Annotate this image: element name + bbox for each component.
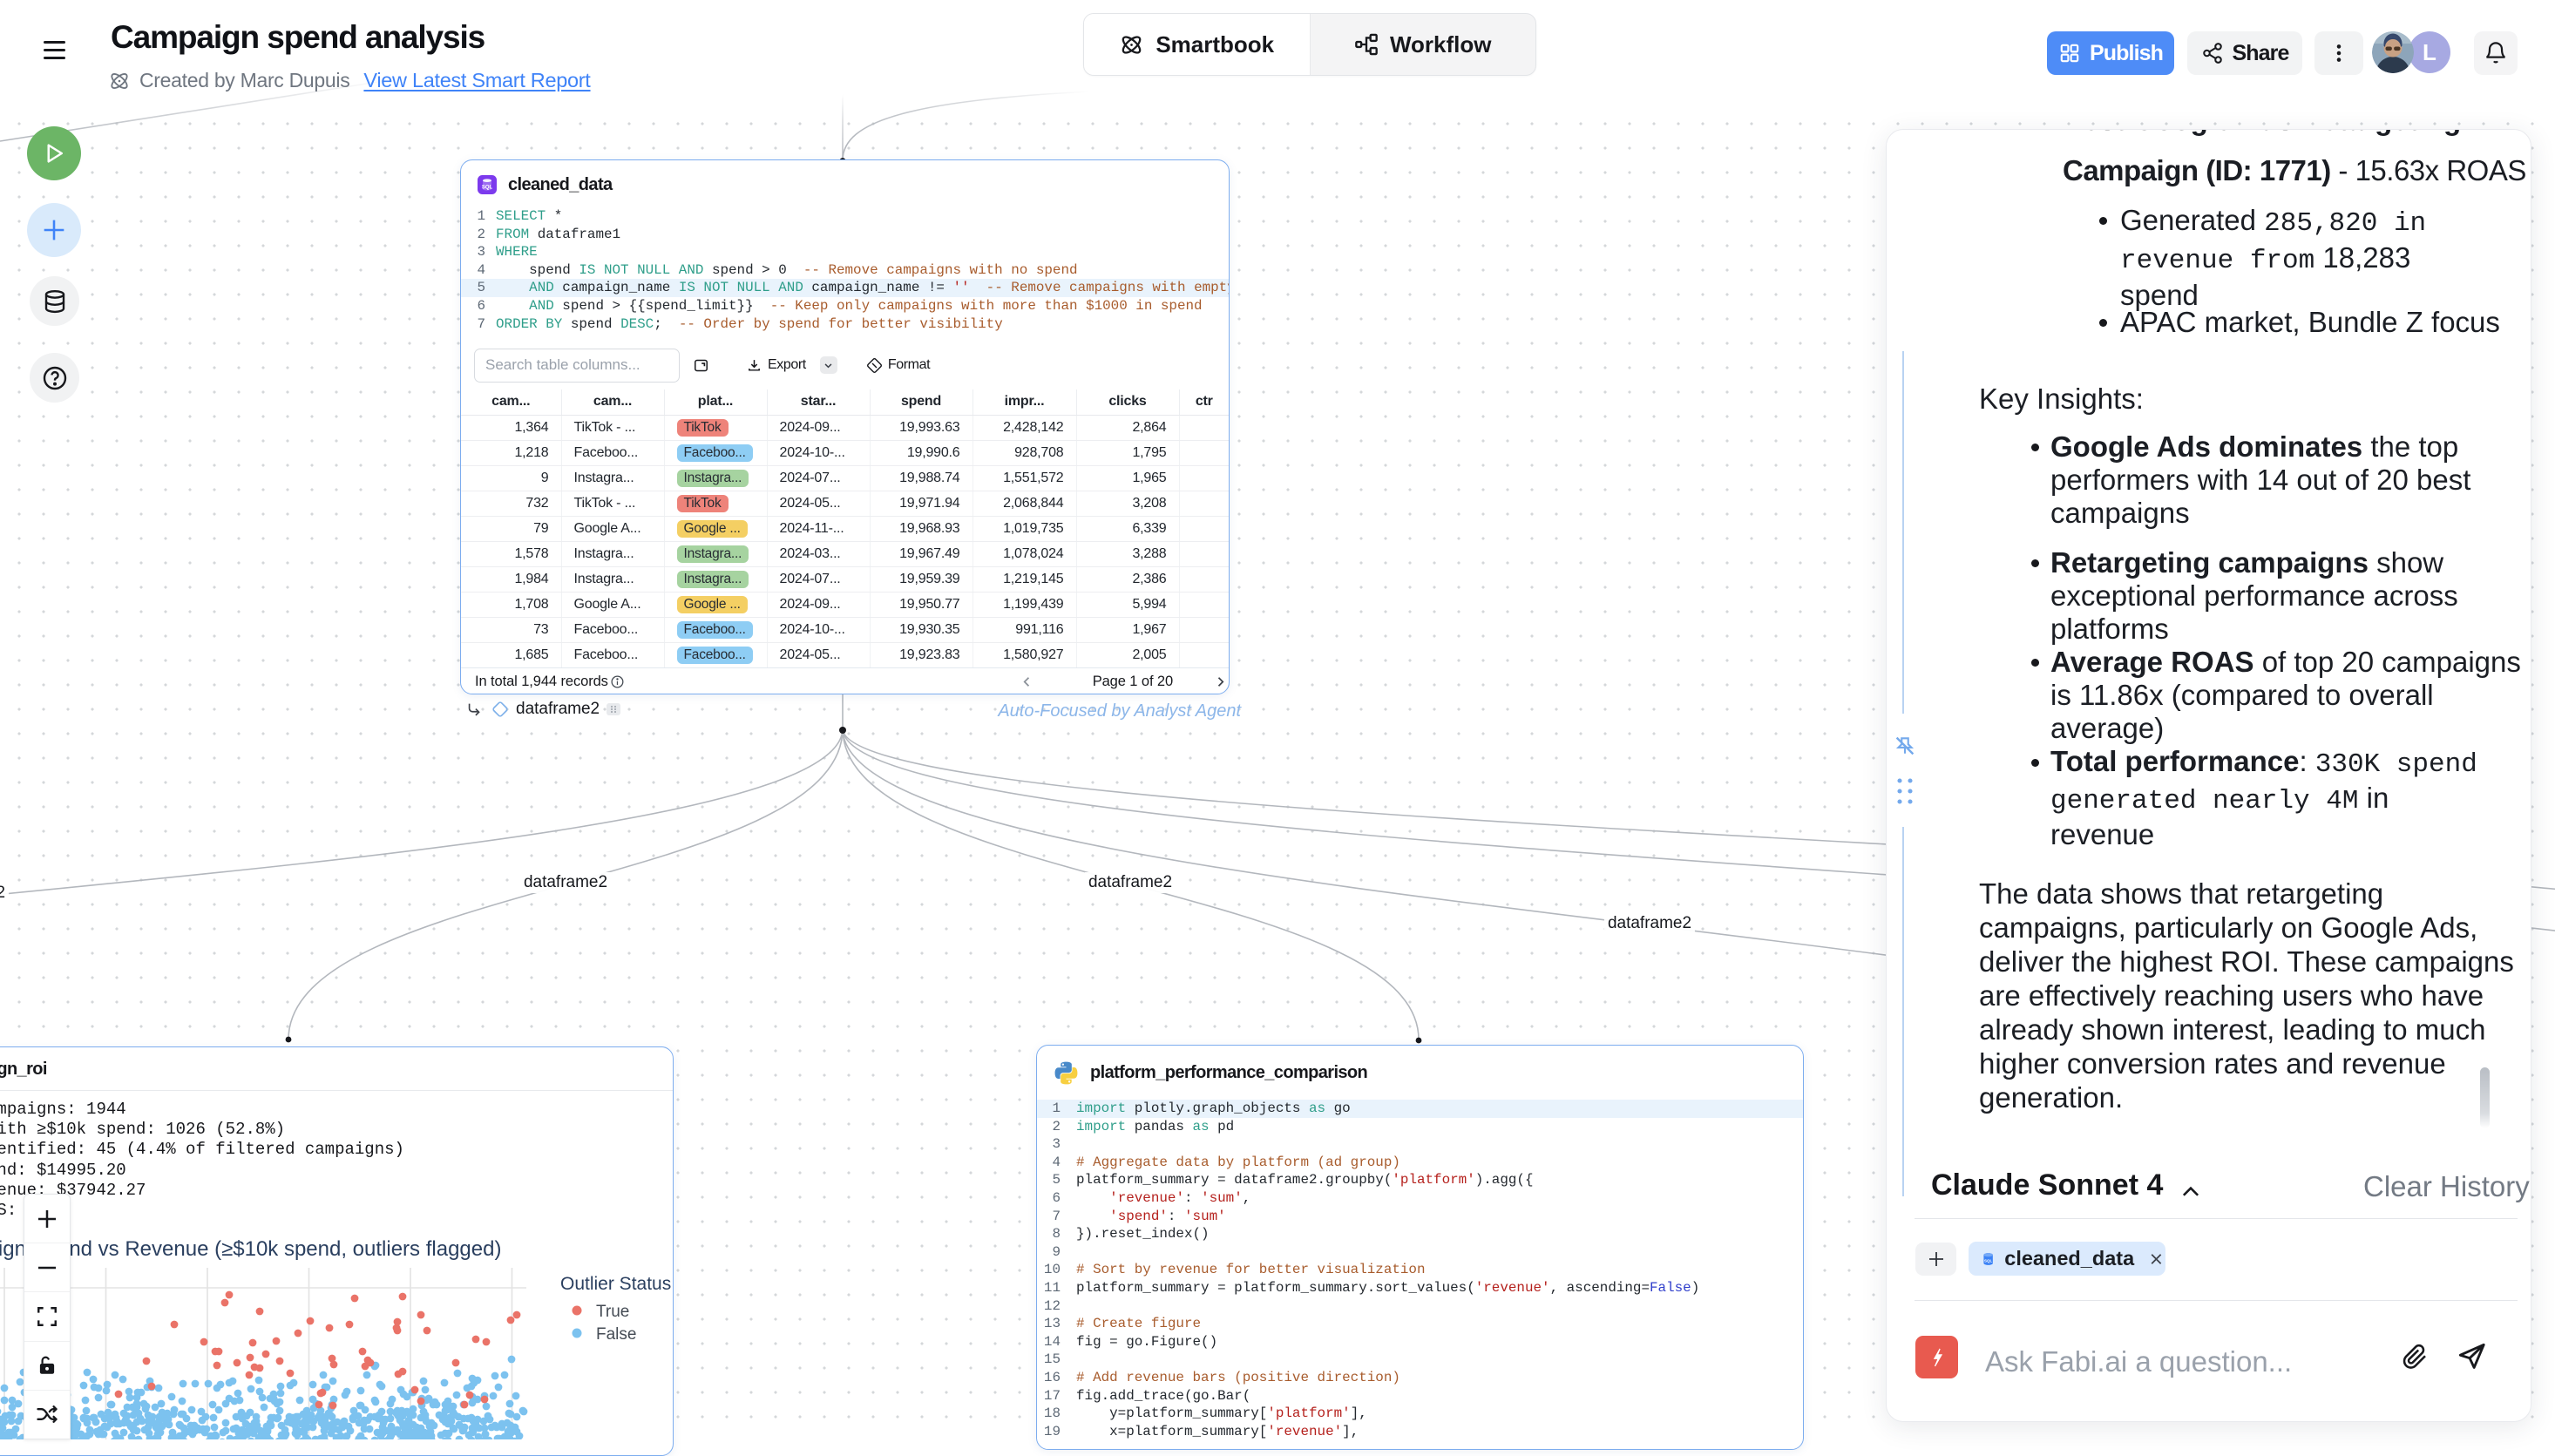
svg-text:SQL: SQL (1984, 1258, 1992, 1263)
svg-text:SQL: SQL (482, 186, 493, 191)
